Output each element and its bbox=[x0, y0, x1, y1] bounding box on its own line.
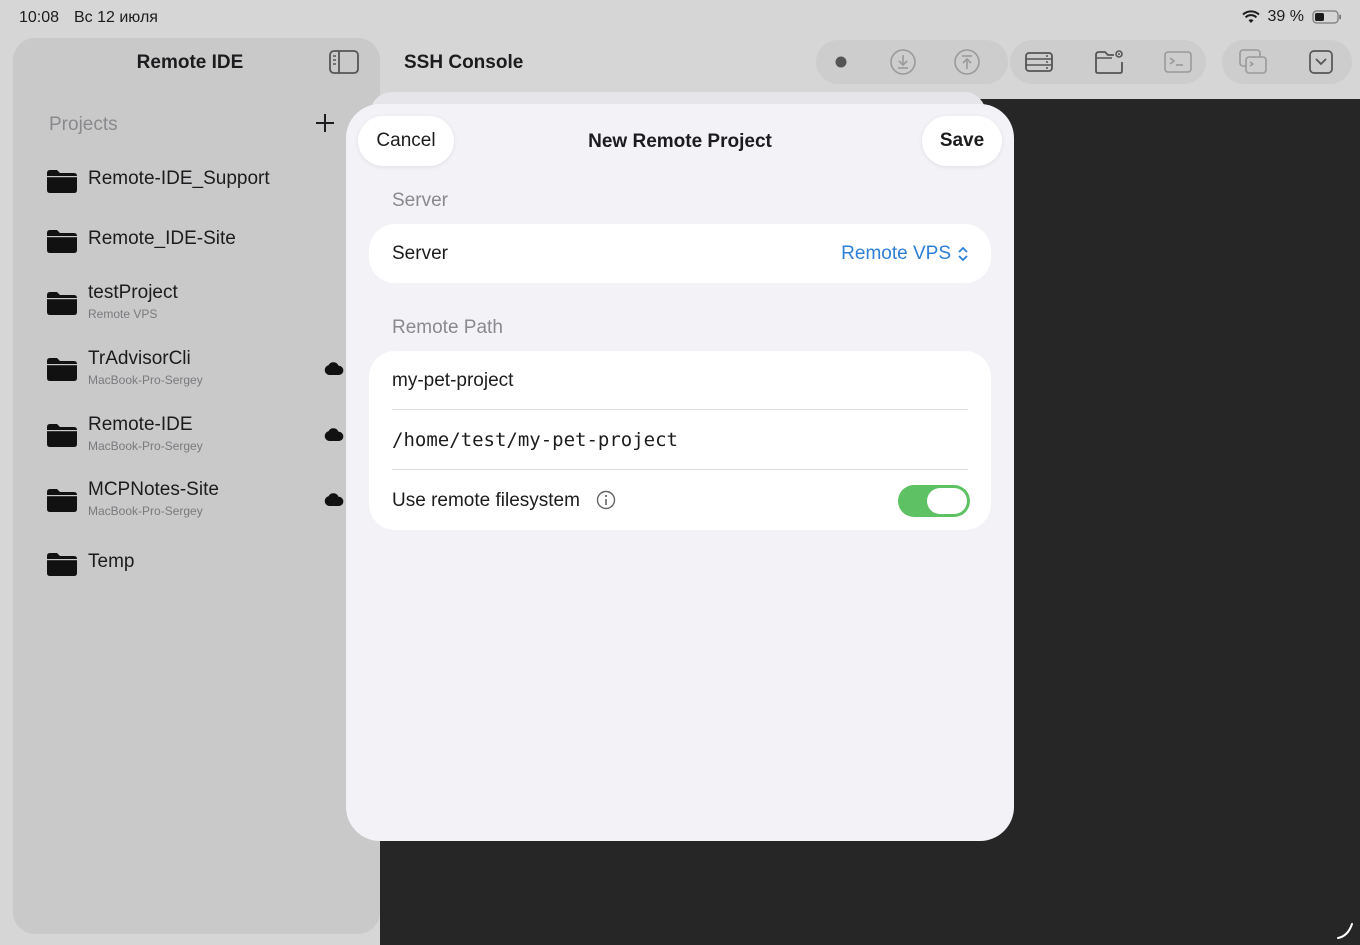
project-item-temp[interactable]: Temp bbox=[47, 551, 347, 603]
cloud-icon bbox=[324, 428, 344, 441]
folder-icon bbox=[47, 489, 77, 512]
sidebar-toggle-icon[interactable] bbox=[329, 50, 359, 74]
divider bbox=[392, 469, 968, 470]
project-item-mcpnotes-site[interactable]: MCPNotes-Site MacBook-Pro-Sergey bbox=[47, 479, 347, 531]
server-section-label: Server bbox=[392, 190, 448, 211]
download-icon[interactable] bbox=[888, 47, 918, 77]
save-button[interactable]: Save bbox=[922, 116, 1002, 166]
project-name: testProject bbox=[88, 282, 178, 303]
cloud-icon bbox=[324, 493, 344, 506]
record-dot-icon[interactable] bbox=[826, 47, 856, 77]
server-picker[interactable]: Remote VPS bbox=[841, 243, 969, 265]
project-subtitle: MacBook-Pro-Sergey bbox=[88, 373, 203, 387]
cloud-icon bbox=[324, 362, 344, 375]
project-item-remote-ide-support[interactable]: Remote-IDE_Support bbox=[47, 168, 347, 220]
sidebar-title: Remote IDE bbox=[136, 52, 244, 73]
add-project-icon[interactable] bbox=[312, 110, 338, 136]
server-icon[interactable] bbox=[1024, 47, 1054, 77]
project-subtitle: MacBook-Pro-Sergey bbox=[88, 504, 203, 518]
console-title: SSH Console bbox=[404, 52, 524, 73]
project-name: MCPNotes-Site bbox=[88, 479, 219, 500]
folder-icon bbox=[47, 424, 77, 447]
projects-header: Projects bbox=[49, 114, 118, 135]
wifi-icon bbox=[1241, 10, 1260, 23]
project-name: Remote-IDE bbox=[88, 414, 193, 435]
project-item-remote-ide-site[interactable]: Remote_IDE-Site bbox=[47, 228, 347, 280]
path-section-label: Remote Path bbox=[392, 317, 503, 338]
project-subtitle: MacBook-Pro-Sergey bbox=[88, 439, 203, 453]
divider bbox=[392, 409, 968, 410]
dropdown-icon[interactable] bbox=[1306, 47, 1336, 77]
project-item-remote-ide[interactable]: Remote-IDE MacBook-Pro-Sergey bbox=[47, 414, 347, 466]
project-name: TrAdvisorCli bbox=[88, 348, 191, 369]
project-name: Temp bbox=[88, 551, 135, 572]
status-date: Вс 12 июля bbox=[74, 9, 158, 26]
terminal-icon[interactable] bbox=[1163, 47, 1193, 77]
project-subtitle: Remote VPS bbox=[88, 307, 158, 321]
folder-icon bbox=[47, 230, 77, 253]
folder-icon bbox=[47, 553, 77, 576]
info-icon[interactable] bbox=[596, 490, 616, 510]
chevron-updown-icon bbox=[958, 246, 968, 262]
upload-icon[interactable] bbox=[952, 47, 982, 77]
resize-handle-icon[interactable] bbox=[1336, 920, 1356, 940]
project-name: Remote-IDE_Support bbox=[88, 168, 270, 189]
new-project-modal: Cancel New Remote Project Save Server Se… bbox=[346, 104, 1014, 841]
project-item-testproject[interactable]: testProject Remote VPS bbox=[47, 282, 347, 334]
filesystem-label: Use remote filesystem bbox=[392, 490, 580, 511]
remote-path-field[interactable]: /home/test/my-pet-project bbox=[392, 429, 678, 451]
battery-percent: 39 % bbox=[1267, 8, 1304, 25]
screen: 10:08 Вс 12 июля 39 % Remote IDE Project… bbox=[0, 0, 1360, 945]
folder-icon bbox=[47, 170, 77, 193]
folder-icon bbox=[47, 292, 77, 315]
server-value: Remote VPS bbox=[841, 243, 951, 264]
status-time: 10:08 bbox=[19, 9, 60, 26]
status-right: 39 % bbox=[1241, 8, 1342, 26]
windows-icon[interactable] bbox=[1238, 47, 1268, 77]
project-name: Remote_IDE-Site bbox=[88, 228, 236, 249]
folder-settings-icon[interactable] bbox=[1094, 47, 1124, 77]
server-group: Server Remote VPS bbox=[369, 224, 991, 283]
project-name-field[interactable]: my-pet-project bbox=[392, 370, 513, 392]
filesystem-toggle[interactable] bbox=[898, 485, 970, 517]
path-group: my-pet-project /home/test/my-pet-project… bbox=[369, 351, 991, 530]
folder-icon bbox=[47, 358, 77, 381]
battery-icon bbox=[1312, 10, 1341, 24]
toggle-knob bbox=[927, 488, 967, 514]
modal-title: New Remote Project bbox=[588, 131, 772, 152]
server-label: Server bbox=[392, 243, 448, 264]
status-bar: 10:08 Вс 12 июля 39 % bbox=[0, 0, 1360, 36]
project-item-tradvisorcli[interactable]: TrAdvisorCli MacBook-Pro-Sergey bbox=[47, 348, 347, 400]
